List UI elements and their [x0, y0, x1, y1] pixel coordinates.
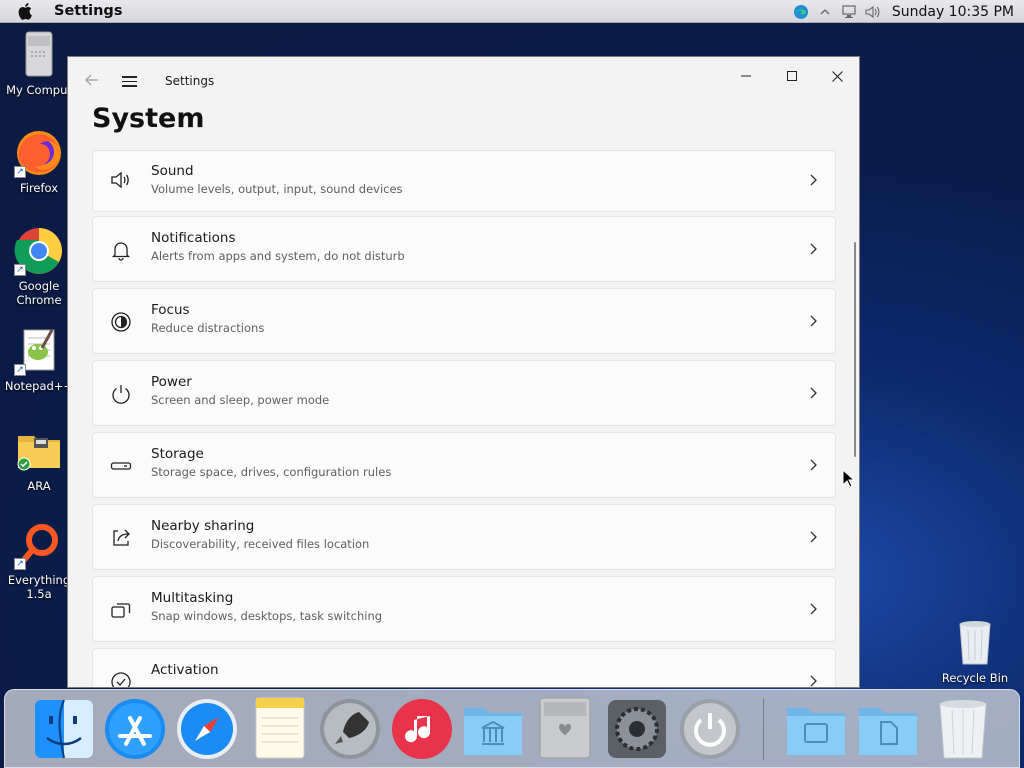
- setting-item-focus[interactable]: Focus Reduce distractions: [92, 288, 836, 354]
- everything-icon: ↗: [14, 520, 64, 570]
- network-icon[interactable]: [840, 4, 858, 20]
- setting-item-subtitle: Storage space, drives, configuration rul…: [151, 465, 392, 479]
- share-icon: [109, 526, 133, 550]
- close-icon: [831, 70, 843, 82]
- launchpad-icon[interactable]: [319, 696, 381, 762]
- desktop-icon-label: Google Chrome: [16, 279, 62, 307]
- menu-bar: Settings Sunday 10:35 PM: [0, 0, 1024, 23]
- setting-item-nearby-sharing[interactable]: Nearby sharing Discoverability, received…: [92, 504, 836, 570]
- desktop-icon-label: My Comput: [6, 83, 72, 97]
- mouse-cursor-icon: [842, 468, 856, 489]
- power-icon[interactable]: [679, 696, 741, 762]
- shortcut-arrow-icon: ↗: [14, 558, 26, 570]
- chevron-icon[interactable]: [816, 4, 834, 20]
- files-folder-icon[interactable]: [857, 696, 919, 762]
- apple-menu-icon[interactable]: [18, 1, 38, 21]
- setting-item-title: Multitasking: [151, 590, 234, 606]
- setting-item-subtitle: Alerts from apps and system, do not dist…: [151, 249, 405, 263]
- app-store-icon[interactable]: [104, 696, 166, 762]
- setting-item-title: Notifications: [151, 230, 236, 246]
- storage-icon: [109, 454, 133, 478]
- folder-icon: [14, 426, 64, 476]
- mac-pro-icon[interactable]: [534, 696, 596, 762]
- setting-item-title: Activation: [151, 662, 219, 678]
- safari-icon[interactable]: [176, 696, 238, 762]
- setting-item-notifications[interactable]: Notifications Alerts from apps and syste…: [92, 216, 836, 282]
- power-icon: [109, 382, 133, 406]
- setting-item-activation[interactable]: Activation: [92, 648, 836, 687]
- firefox-icon: ↗: [14, 128, 64, 178]
- maximize-icon: [787, 71, 797, 81]
- back-arrow-icon: [85, 74, 98, 86]
- documents-folder-icon[interactable]: [785, 696, 847, 762]
- minimize-icon: [741, 75, 751, 77]
- notepadpp-icon: ↗: [14, 326, 64, 376]
- setting-item-subtitle: Volume levels, output, input, sound devi…: [151, 182, 403, 196]
- shortcut-arrow-icon: ↗: [14, 166, 26, 178]
- settings-window: Settings System Sound Volume levels, out…: [67, 56, 860, 688]
- edge-icon[interactable]: [792, 4, 810, 20]
- title-bar[interactable]: Settings: [68, 57, 859, 105]
- setting-item-title: Focus: [151, 302, 190, 318]
- computer-icon: [14, 30, 64, 80]
- system-preferences-icon[interactable]: [606, 696, 668, 762]
- back-button[interactable]: [82, 71, 102, 91]
- setting-item-title: Storage: [151, 446, 204, 462]
- chevron-right-icon: [807, 240, 819, 258]
- notes-icon[interactable]: [248, 696, 310, 762]
- shortcut-arrow-icon: ↗: [14, 364, 26, 376]
- multitasking-icon: [109, 598, 133, 622]
- setting-item-title: Power: [151, 374, 192, 390]
- bell-icon: [109, 238, 133, 262]
- setting-item-subtitle: Snap windows, desktops, task switching: [151, 609, 383, 623]
- dock-separator: [763, 698, 764, 760]
- minimize-button[interactable]: [723, 61, 769, 91]
- desktop-icon-label: Recycle Bin: [941, 671, 1009, 685]
- activation-icon: [109, 670, 133, 687]
- vertical-scrollbar[interactable]: [854, 242, 856, 457]
- music-icon[interactable]: [391, 696, 453, 762]
- dock: [4, 689, 1020, 768]
- menu-bar-clock[interactable]: Sunday 10:35 PM: [892, 4, 1014, 20]
- trash-icon[interactable]: [932, 696, 994, 762]
- chrome-icon: ↗: [14, 226, 64, 276]
- maximize-button[interactable]: [769, 61, 815, 91]
- shortcut-arrow-icon: ↗: [14, 264, 26, 276]
- chevron-right-icon: [807, 600, 819, 618]
- setting-item-subtitle: Discoverability, received files location: [151, 537, 370, 551]
- setting-item-title: Nearby sharing: [151, 518, 255, 534]
- chevron-right-icon: [807, 456, 819, 474]
- setting-item-multitasking[interactable]: Multitasking Snap windows, desktops, tas…: [92, 576, 836, 642]
- setting-item-storage[interactable]: Storage Storage space, drives, configura…: [92, 432, 836, 498]
- volume-icon[interactable]: [864, 4, 882, 20]
- focus-icon: [109, 310, 133, 334]
- chevron-right-icon: [807, 384, 819, 402]
- chevron-right-icon: [807, 171, 819, 189]
- close-button[interactable]: [814, 61, 859, 91]
- desktop-icon-label: Everything 1.5a: [7, 573, 71, 601]
- desktop-icon-label: Firefox: [19, 181, 59, 195]
- active-app-name[interactable]: Settings: [54, 3, 122, 19]
- speaker-icon: [109, 168, 133, 192]
- page-title: System: [92, 103, 205, 134]
- desktop-icon-recycle-bin[interactable]: Recycle Bin: [936, 618, 1014, 685]
- desktop-icon-label: ARA: [27, 479, 51, 493]
- setting-item-subtitle: Screen and sleep, power mode: [151, 393, 330, 407]
- navigation-menu-button[interactable]: [122, 73, 140, 89]
- desktop-icon-label: Notepad++: [4, 379, 74, 393]
- setting-item-power[interactable]: Power Screen and sleep, power mode: [92, 360, 836, 426]
- recycle-bin-icon: [950, 618, 1000, 668]
- setting-item-subtitle: Reduce distractions: [151, 321, 265, 335]
- window-title: Settings: [165, 74, 215, 88]
- chevron-right-icon: [807, 528, 819, 546]
- chevron-right-icon: [807, 312, 819, 330]
- finder-icon[interactable]: [33, 696, 95, 762]
- chevron-right-icon: [807, 672, 819, 687]
- setting-item-title: Sound: [151, 163, 194, 179]
- setting-item-sound[interactable]: Sound Volume levels, output, input, soun…: [92, 150, 836, 212]
- applications-folder-icon[interactable]: [462, 696, 524, 762]
